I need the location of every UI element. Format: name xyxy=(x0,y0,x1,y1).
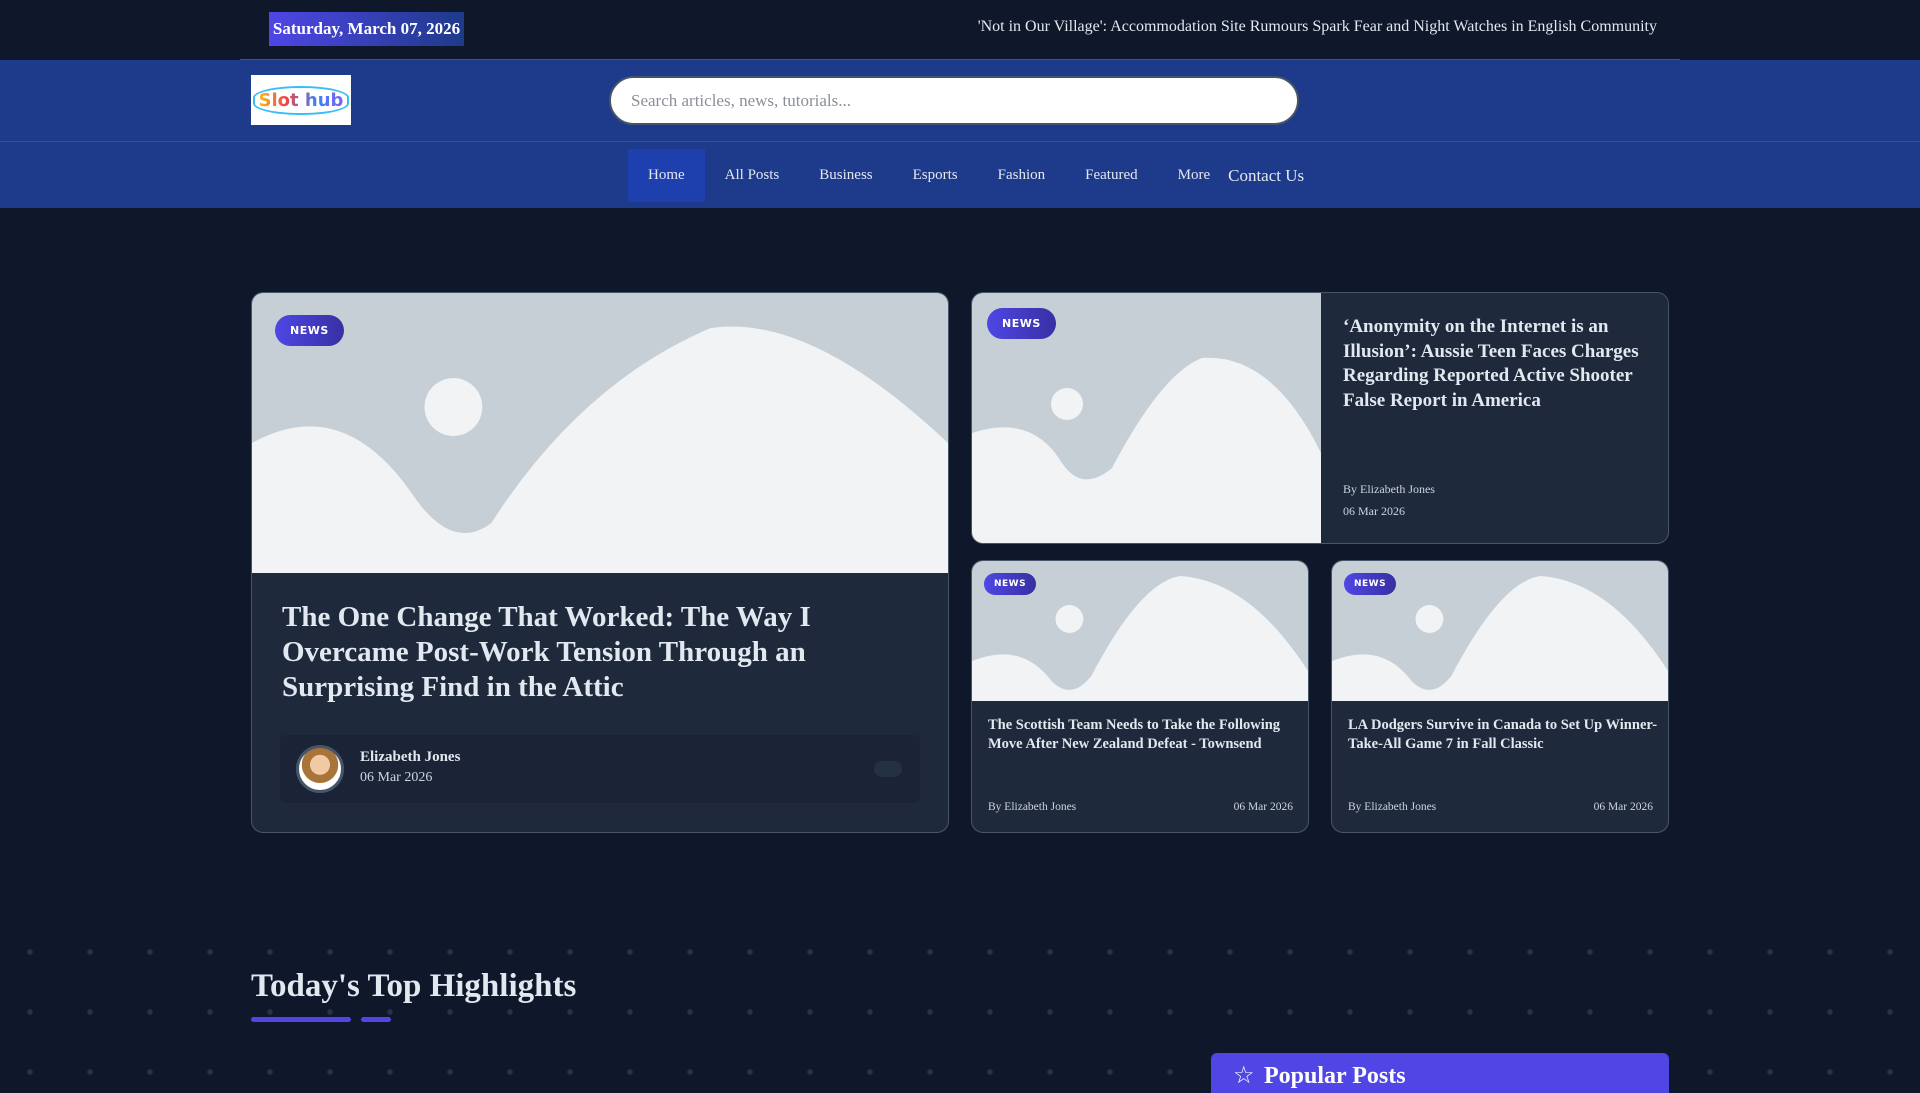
category-badge[interactable]: NEWS xyxy=(987,308,1056,339)
popular-posts-header: ☆ Popular Posts xyxy=(1211,1053,1669,1093)
nav-home[interactable]: Home xyxy=(628,149,705,202)
site-logo[interactable]: Slot hub xyxy=(251,75,351,125)
article-date: 06 Mar 2026 xyxy=(1233,801,1293,813)
article-date: 06 Mar 2026 xyxy=(1593,801,1653,813)
article-title[interactable]: ‘Anonymity on the Internet is an Illusio… xyxy=(1343,315,1648,413)
nav-esports[interactable]: Esports xyxy=(893,149,978,202)
category-badge[interactable]: NEWS xyxy=(1344,573,1397,595)
nav-contact-us[interactable]: Contact Us xyxy=(1218,149,1314,202)
article-title[interactable]: The One Change That Worked: The Way I Ov… xyxy=(282,600,842,705)
image-placeholder xyxy=(252,293,948,573)
small-article-card[interactable]: NEWS The Scottish Team Needs to Take the… xyxy=(971,560,1309,833)
author-avatar xyxy=(296,745,344,793)
nav-menu: Home All Posts Business Esports Fashion … xyxy=(628,149,1314,202)
article-author[interactable]: By Elizabeth Jones xyxy=(988,801,1076,813)
date-badge: Saturday, March 07, 2026 xyxy=(269,12,464,46)
author-name[interactable]: Elizabeth Jones xyxy=(360,749,460,766)
featured-article-card[interactable]: NEWS The One Change That Worked: The Way… xyxy=(251,292,949,833)
author-box: Elizabeth Jones 06 Mar 2026 xyxy=(280,735,920,803)
section-title: Today's Top Highlights xyxy=(251,968,577,1004)
article-date: 06 Mar 2026 xyxy=(1343,504,1405,518)
logo-text: Slot hub xyxy=(252,85,350,115)
share-button[interactable] xyxy=(874,761,902,777)
search-input[interactable] xyxy=(609,76,1299,125)
nav-business[interactable]: Business xyxy=(799,149,892,202)
title-underline xyxy=(251,1017,351,1022)
nav-featured[interactable]: Featured xyxy=(1065,149,1157,202)
nav-more[interactable]: More xyxy=(1158,149,1219,202)
article-author[interactable]: By Elizabeth Jones xyxy=(1348,801,1436,813)
category-badge[interactable]: NEWS xyxy=(984,573,1037,595)
article-date: 06 Mar 2026 xyxy=(360,770,433,785)
popular-posts-title: Popular Posts xyxy=(1264,1063,1406,1089)
star-icon: ☆ xyxy=(1233,1063,1255,1089)
nav-fashion[interactable]: Fashion xyxy=(978,149,1066,202)
title-underline-accent xyxy=(361,1017,391,1022)
small-article-card[interactable]: NEWS LA Dodgers Survive in Canada to Set… xyxy=(1331,560,1669,833)
side-article-card[interactable]: NEWS ‘Anonymity on the Internet is an Il… xyxy=(971,292,1669,544)
article-author[interactable]: By Elizabeth Jones xyxy=(1343,482,1435,497)
category-badge[interactable]: NEWS xyxy=(275,315,344,346)
article-title[interactable]: The Scottish Team Needs to Take the Foll… xyxy=(988,716,1298,754)
nav-all-posts[interactable]: All Posts xyxy=(705,149,800,202)
article-title[interactable]: LA Dodgers Survive in Canada to Set Up W… xyxy=(1348,716,1658,754)
news-ticker[interactable]: 'Not in Our Village': Accommodation Site… xyxy=(978,18,1657,36)
